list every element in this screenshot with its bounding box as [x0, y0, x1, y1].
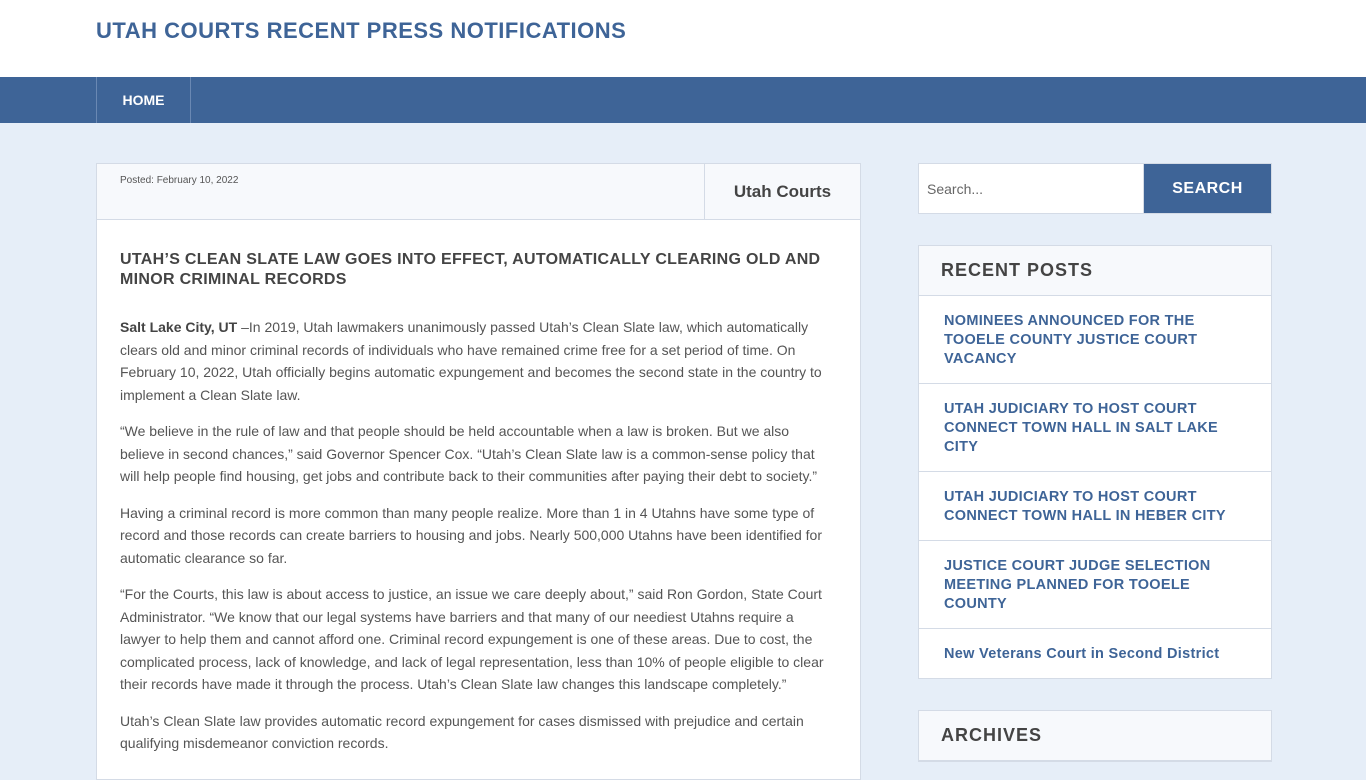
- recent-posts-title: RECENT POSTS: [919, 246, 1271, 296]
- post-title: UTAH’S CLEAN SLATE LAW GOES INTO EFFECT,…: [120, 251, 821, 288]
- main-content: Posted: February 10, 2022 Utah Courts UT…: [96, 163, 861, 780]
- recent-post-link[interactable]: NOMINEES ANNOUNCED FOR THE TOOELE COUNTY…: [944, 312, 1246, 369]
- search-form: SEARCH: [918, 163, 1272, 214]
- post-date: Posted: February 10, 2022: [120, 175, 239, 186]
- recent-posts-list: NOMINEES ANNOUNCED FOR THE TOOELE COUNTY…: [919, 296, 1271, 678]
- post-paragraph-3: Having a criminal record is more common …: [120, 504, 822, 566]
- post-paragraph-2: “We believe in the rule of law and that …: [120, 423, 818, 484]
- list-item: JUSTICE COURT JUDGE SELECTION MEETING PL…: [919, 541, 1271, 629]
- site-title-link[interactable]: UTAH COURTS RECENT PRESS NOTIFICATIONS: [96, 18, 626, 44]
- post-paragraph-4: “For the Courts, this law is about acces…: [120, 586, 824, 692]
- recent-post-link[interactable]: UTAH JUDICIARY TO HOST COURT CONNECT TOW…: [944, 400, 1246, 457]
- post-author: Utah Courts: [704, 164, 860, 219]
- main-navigation: HOME: [0, 77, 1366, 123]
- post-paragraph-5: Utah’s Clean Slate law provides automati…: [120, 712, 804, 752]
- list-item: UTAH JUDICIARY TO HOST COURT CONNECT TOW…: [919, 384, 1271, 472]
- post-paragraph-1: Salt Lake City, UT –In 2019, Utah lawmak…: [120, 316, 837, 406]
- nav-home-link[interactable]: HOME: [96, 77, 191, 123]
- post-meta-bar: Posted: February 10, 2022 Utah Courts: [96, 163, 861, 220]
- sidebar: SEARCH RECENT POSTS NOMINEES ANNOUNCED F…: [918, 163, 1272, 762]
- recent-posts-widget: RECENT POSTS NOMINEES ANNOUNCED FOR THE …: [918, 245, 1272, 679]
- recent-post-link[interactable]: New Veterans Court in Second District: [944, 645, 1246, 664]
- recent-post-link[interactable]: JUSTICE COURT JUDGE SELECTION MEETING PL…: [944, 557, 1246, 614]
- post-dateline: Salt Lake City, UT: [120, 319, 238, 335]
- list-item: UTAH JUDICIARY TO HOST COURT CONNECT TOW…: [919, 472, 1271, 541]
- recent-post-link[interactable]: UTAH JUDICIARY TO HOST COURT CONNECT TOW…: [944, 488, 1246, 526]
- search-input[interactable]: [919, 164, 1144, 213]
- post-article: UTAH’S CLEAN SLATE LAW GOES INTO EFFECT,…: [96, 220, 861, 780]
- search-button[interactable]: SEARCH: [1144, 164, 1271, 213]
- site-header: UTAH COURTS RECENT PRESS NOTIFICATIONS: [0, 0, 1366, 77]
- archives-widget: ARCHIVES: [918, 710, 1272, 762]
- archives-title: ARCHIVES: [919, 711, 1271, 761]
- list-item: New Veterans Court in Second District: [919, 629, 1271, 678]
- list-item: NOMINEES ANNOUNCED FOR THE TOOELE COUNTY…: [919, 296, 1271, 384]
